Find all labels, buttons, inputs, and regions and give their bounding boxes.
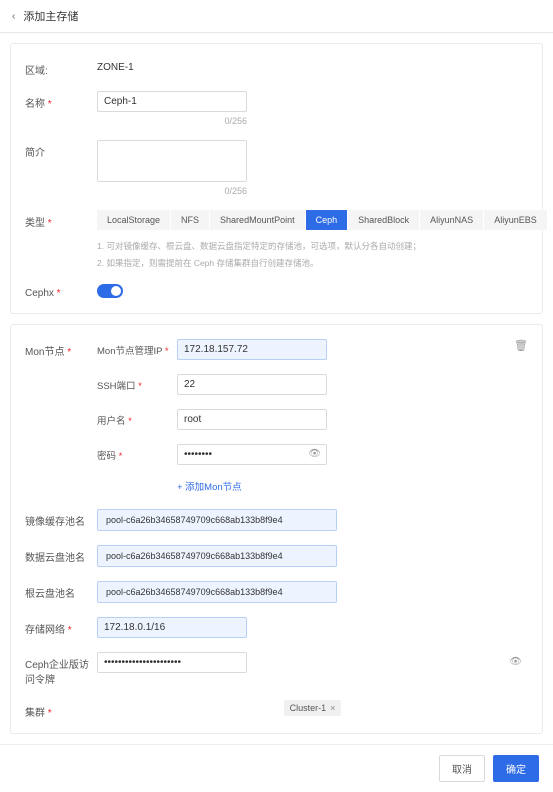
pass-input[interactable] <box>177 444 327 465</box>
user-label: 用户名 <box>97 409 177 427</box>
tab-localstorage[interactable]: LocalStorage <box>97 210 171 230</box>
mon-ip-label: Mon节点管理IP <box>97 339 177 357</box>
cephx-label: Cephx <box>25 284 97 299</box>
back-icon[interactable]: ‹ <box>12 11 15 22</box>
name-label: 名称 <box>25 91 97 110</box>
cancel-button[interactable]: 取消 <box>439 755 485 782</box>
mon-panel: Mon节点 Mon节点管理IP 🗑 SSH端口 用户名 密码 👁 <box>10 324 543 734</box>
zone-label: 区域: <box>25 58 97 77</box>
type-tabs: LocalStorage NFS SharedMountPoint Ceph S… <box>97 210 548 230</box>
eye-icon[interactable]: 👁 <box>509 657 522 668</box>
tab-aliyunebs[interactable]: AliyunEBS <box>484 210 548 230</box>
type-hint-1: 1. 可对镜像缓存、根云盘、数据云盘指定特定的存储池，可选项，默认分各自动创建； <box>97 240 548 253</box>
ssh-label: SSH端口 <box>97 374 177 392</box>
name-input[interactable] <box>97 91 247 112</box>
tab-ceph[interactable]: Ceph <box>306 210 349 230</box>
type-hint-2: 2. 如果指定，则需提前在 Ceph 存储集群自行创建存储池。 <box>97 257 548 270</box>
page-title: 添加主存储 <box>23 8 78 24</box>
tab-aliyunnas[interactable]: AliyunNAS <box>420 210 484 230</box>
cluster-label: 集群 <box>25 700 97 719</box>
mon-label: Mon节点 <box>25 339 97 358</box>
datadisk-value[interactable]: pool-c6a26b34658749709c668ab133b8f9e4 <box>97 545 337 567</box>
close-icon[interactable]: × <box>330 703 335 713</box>
ssh-input[interactable] <box>177 374 327 395</box>
footer: 取消 确定 <box>0 744 553 792</box>
add-mon-link[interactable]: + 添加Mon节点 <box>177 479 528 493</box>
tab-nfs[interactable]: NFS <box>171 210 210 230</box>
basic-panel: 区域: ZONE-1 名称 0/256 简介 0/256 类型 LocalSto… <box>10 43 543 314</box>
cluster-chip-text: Cluster-1 <box>290 703 327 713</box>
token-input[interactable] <box>97 652 247 673</box>
mon-ip-input[interactable] <box>177 339 327 360</box>
type-label: 类型 <box>25 210 97 229</box>
cephx-toggle[interactable] <box>97 284 123 298</box>
user-input[interactable] <box>177 409 327 430</box>
name-counter: 0/256 <box>97 116 247 126</box>
eye-icon[interactable]: 👁 <box>308 449 321 460</box>
datadisk-label: 数据云盘池名 <box>25 545 97 564</box>
ok-button[interactable]: 确定 <box>493 755 539 782</box>
zone-value: ZONE-1 <box>97 58 528 73</box>
delete-mon-icon[interactable]: 🗑 <box>514 339 528 352</box>
net-label: 存储网络 <box>25 617 97 636</box>
rootdisk-label: 根云盘池名 <box>25 581 97 600</box>
intro-input[interactable] <box>97 140 247 182</box>
pass-label: 密码 <box>97 444 177 462</box>
intro-counter: 0/256 <box>97 186 247 196</box>
cluster-chip[interactable]: Cluster-1 × <box>284 700 342 716</box>
imgcache-label: 镜像缓存池名 <box>25 509 97 528</box>
net-input[interactable] <box>97 617 247 638</box>
tab-sharedmountpoint[interactable]: SharedMountPoint <box>210 210 306 230</box>
rootdisk-value[interactable]: pool-c6a26b34658749709c668ab133b8f9e4 <box>97 581 337 603</box>
token-label: Ceph企业版访问令牌 <box>25 652 97 686</box>
tab-sharedblock[interactable]: SharedBlock <box>348 210 420 230</box>
intro-label: 简介 <box>25 140 97 159</box>
